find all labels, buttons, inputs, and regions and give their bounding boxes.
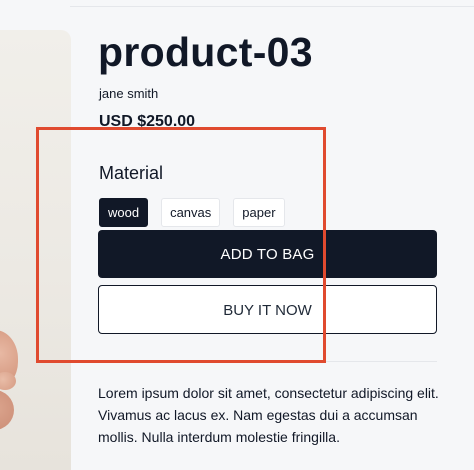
- product-price: USD $250.00: [99, 113, 196, 130]
- section-divider: [98, 361, 437, 362]
- hand-shape: [0, 390, 14, 430]
- option-label-material: Material: [99, 163, 164, 183]
- product-vendor: jane smith: [99, 86, 159, 101]
- product-title: product-03: [98, 29, 313, 75]
- add-to-bag-button[interactable]: ADD TO BAG: [98, 230, 437, 278]
- material-options: wood canvas paper: [99, 198, 285, 227]
- variant-wood[interactable]: wood: [99, 198, 149, 227]
- hand-shape: [0, 372, 16, 390]
- buy-it-now-button[interactable]: BUY IT NOW: [98, 285, 437, 334]
- variant-paper[interactable]: paper: [233, 198, 285, 227]
- header-divider: [70, 6, 474, 7]
- product-image: [0, 30, 71, 470]
- product-description: Lorem ipsum dolor sit amet, consectetur …: [98, 385, 439, 445]
- variant-canvas[interactable]: canvas: [161, 198, 221, 227]
